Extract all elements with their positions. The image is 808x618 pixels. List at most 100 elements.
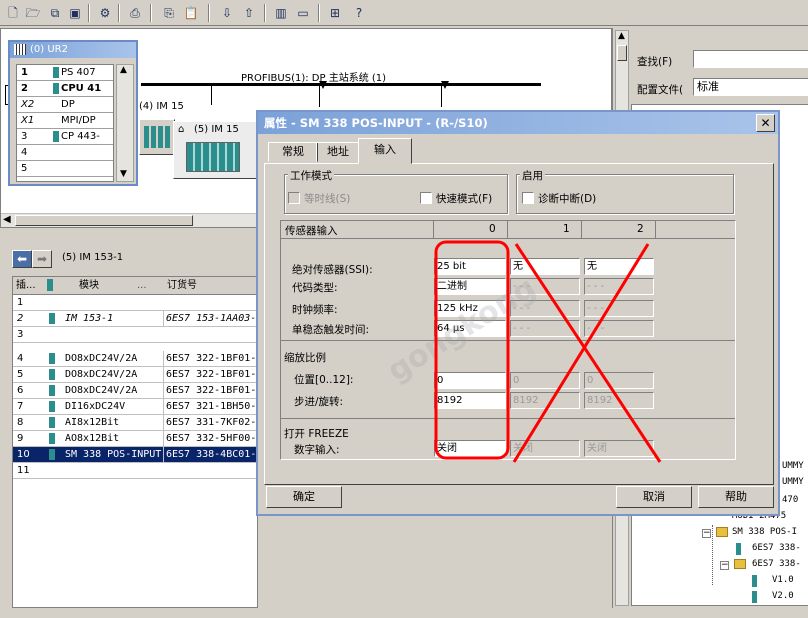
collapse-icon[interactable]: − — [720, 561, 729, 570]
col-order[interactable]: 订货号 — [167, 277, 197, 294]
module-icon — [49, 385, 55, 396]
table-row[interactable]: 5 DO8xDC24V/2A 6ES7 322-1BF01-0 — [13, 367, 257, 383]
tree-item[interactable]: V1.0 — [772, 575, 794, 585]
rack-icon — [14, 44, 26, 55]
collapse-icon[interactable]: − — [702, 529, 711, 538]
station-5-label: (5) IM 15 — [194, 124, 239, 135]
save-icon[interactable]: ▣ — [66, 4, 84, 22]
tree-item[interactable]: V2.0 — [772, 591, 794, 601]
rack-row[interactable]: 3 CP 443- — [17, 129, 113, 145]
row-order: 6ES7 321-1BH50-0 — [163, 399, 257, 414]
row-slot: 10 — [17, 449, 30, 460]
table-row[interactable]: 6 DO8xDC24V/2A 6ES7 322-1BF01-0 — [13, 383, 257, 399]
new-icon[interactable]: 🗋 — [4, 4, 22, 22]
row-order: 6ES7 322-1BF01-0 — [163, 383, 257, 398]
col-module[interactable]: 模块 — [79, 277, 99, 294]
module-icon — [752, 591, 757, 603]
tree-item[interactable]: UMMY — [782, 477, 804, 487]
table-row[interactable]: 7 DI16xDC24V 6ES7 321-1BH50-0 — [13, 399, 257, 415]
row-module: SM 338 POS-INPUT — [65, 449, 162, 460]
table-row[interactable]: 10 SM 338 POS-INPUT 6ES7 338-4BC01-0 — [13, 447, 257, 463]
row-slot: 6 — [17, 385, 24, 396]
station-5[interactable]: ⌂ (5) IM 15 — [173, 121, 257, 179]
row-module: DO8xDC24V/2A — [65, 369, 138, 380]
module-icon — [49, 449, 55, 460]
table-row[interactable]: 1 — [13, 295, 257, 311]
rack-vscroll[interactable]: ▲ ▼ — [116, 64, 134, 182]
profile-label: 配置文件( — [637, 84, 684, 96]
rack-row[interactable]: X1 MPI/DP — [17, 113, 113, 129]
network-icon[interactable]: ⧉ — [46, 4, 64, 22]
find-label: 查找(F) — [637, 56, 673, 68]
forward-arrow-icon[interactable]: ➡ — [32, 250, 52, 268]
table-header: 插... 模块 ... 订货号 — [13, 277, 257, 295]
module-icon — [47, 279, 53, 291]
paste-icon[interactable]: 📋 — [182, 4, 200, 22]
rack-row[interactable]: 5 — [17, 161, 113, 177]
tree-item[interactable]: 470 — [782, 495, 798, 505]
module-icon — [53, 83, 59, 94]
module-icon — [49, 369, 55, 380]
table-row[interactable]: 11 — [13, 463, 257, 479]
station-4[interactable] — [139, 119, 175, 155]
find-input[interactable] — [693, 50, 808, 68]
window-icon[interactable]: ▭ — [294, 4, 312, 22]
module-table: 插... 模块 ... 订货号 1 2 IM 153-1 6ES7 153-1AA03… — [12, 276, 258, 608]
cross-line-b — [512, 243, 650, 463]
network-node-icon: ⌂ — [178, 124, 185, 135]
table-row[interactable]: 2 IM 153-1 6ES7 153-1AA03- — [13, 311, 257, 327]
network-view-icon[interactable]: ⊞ — [326, 4, 344, 22]
help-icon[interactable]: ? — [350, 4, 368, 22]
compile-icon[interactable]: ⚙ — [96, 4, 114, 22]
rack-table: 1 PS 407 2 CPU 41 X2 DP X1 MPI/DP 3 CP 443- 4… — [16, 64, 114, 182]
module-icon — [752, 575, 757, 587]
folder-icon — [734, 559, 746, 569]
row-slot: 5 — [17, 369, 24, 380]
tab-input[interactable]: 输入 — [358, 138, 412, 164]
table-row[interactable]: 4 DO8xDC24V/2A 6ES7 322-1BF01-0 — [13, 351, 257, 367]
row-slot: 1 — [17, 297, 24, 308]
rack-row[interactable]: 2 CPU 41 — [17, 81, 113, 97]
back-arrow-icon[interactable]: ⬅ — [12, 250, 32, 268]
scroll-up-icon[interactable]: ▲ — [120, 65, 127, 75]
table-row[interactable]: 3 — [13, 327, 257, 343]
table-row[interactable]: 9 AO8x12Bit 6ES7 332-5HF00-0 — [13, 431, 257, 447]
tree-item[interactable]: UMMY — [782, 461, 804, 471]
scroll-thumb[interactable] — [15, 215, 193, 226]
table-row[interactable]: 8 AI8x12Bit 6ES7 331-7KF02-0 — [13, 415, 257, 431]
rack-row[interactable]: X2 DP — [17, 97, 113, 113]
module-icon — [736, 543, 741, 555]
row-order: 6ES7 332-5HF00-0 — [163, 431, 257, 446]
module-icon — [49, 401, 55, 412]
row-order: 6ES7 322-1BF01-0 — [163, 367, 257, 382]
rack-row[interactable]: 1 PS 407 — [17, 65, 113, 81]
row-module: IM 153-1 — [65, 313, 114, 324]
row-slot: 2 — [17, 313, 24, 324]
download-icon[interactable]: ⇩ — [218, 4, 236, 22]
tree-item[interactable]: 6ES7 338- — [752, 543, 801, 553]
profile-select[interactable]: 标准 — [693, 78, 808, 96]
module-icon — [49, 433, 55, 444]
scroll-down-icon[interactable]: ▼ — [120, 169, 127, 179]
catalog-icon[interactable]: ▥ — [272, 4, 290, 22]
scroll-left-icon[interactable]: ◀ — [3, 214, 11, 225]
upload-icon[interactable]: ⇧ — [240, 4, 258, 22]
row-order: 6ES7 331-7KF02-0 — [163, 415, 257, 430]
module-icon — [53, 67, 59, 78]
detail-station-label: (5) IM 153-1 — [62, 252, 124, 263]
row-slot: 4 — [17, 353, 24, 364]
rack-window[interactable]: (0) UR2 1 PS 407 2 CPU 41 X2 DP X1 MPI/DP 3C… — [8, 40, 138, 186]
scroll-up-icon[interactable]: ▲ — [618, 31, 625, 41]
main-toolbar: 🗋 🗁 ⧉ ▣ ⚙ ⎙ ⎘ 📋 ⇩ ⇧ ▥ ▭ ⊞ ? — [0, 0, 808, 26]
rack-row[interactable]: 4 — [17, 145, 113, 161]
tree-item[interactable]: SM 338 POS-I — [732, 527, 797, 537]
open-icon[interactable]: 🗁 — [24, 4, 42, 22]
profibus-label: PROFIBUS(1): DP 主站系统 (1) — [241, 73, 387, 84]
row-order: 6ES7 153-1AA03- — [163, 311, 256, 326]
copy-icon[interactable]: ⎘ — [160, 4, 178, 22]
print-icon[interactable]: ⎙ — [126, 4, 144, 22]
tree-item[interactable]: 6ES7 338- — [752, 559, 801, 569]
col-slot[interactable]: 插... — [16, 277, 36, 294]
cross-line-a — [514, 243, 662, 463]
rack-title: (0) UR2 — [10, 42, 136, 58]
